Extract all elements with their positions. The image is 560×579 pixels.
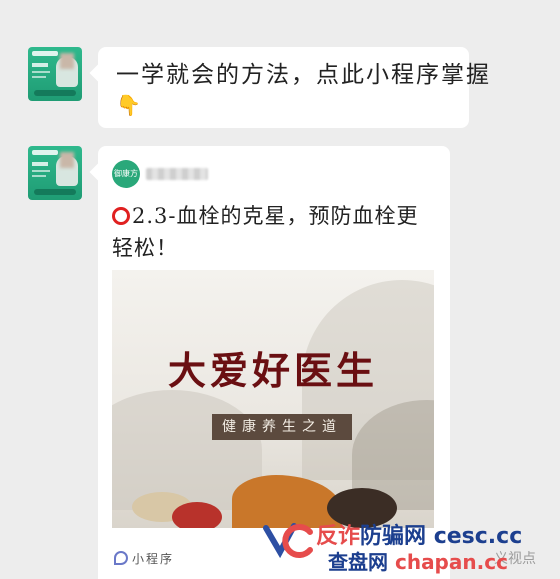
sender-avatar[interactable] xyxy=(28,47,82,101)
avatar-text-line xyxy=(32,76,46,78)
avatar-name-block xyxy=(32,162,48,166)
card-title-text: 2.3-血栓的克星，预防血栓更轻松！ xyxy=(112,204,419,260)
pointing-down-emoji: 👇 xyxy=(116,93,143,117)
avatar-blurred-face xyxy=(60,53,74,69)
text-message-bubble[interactable]: 一学就会的方法，点此小程序掌握 👇 xyxy=(89,47,489,128)
avatar-text-line xyxy=(32,170,50,172)
sender-avatar[interactable] xyxy=(28,146,82,200)
avatar-banner xyxy=(32,150,58,155)
poster-subtitle: 健康养生之道 xyxy=(212,414,352,440)
avatar-banner xyxy=(32,51,58,56)
poster-title: 大爱好医生 xyxy=(167,348,378,393)
bubble-tail xyxy=(89,163,107,181)
avatar-text-line xyxy=(32,71,50,73)
watermark-blue-text-2: 查盘网 xyxy=(328,550,388,574)
avatar-bottom-bar xyxy=(34,90,76,96)
source-logo: 御康方 xyxy=(112,160,140,188)
mini-program-label-text: 小程序 xyxy=(132,552,175,566)
watermark-line2: 查盘网 chapan.cc xyxy=(328,546,508,575)
message-text-content: 一学就会的方法，点此小程序掌握 xyxy=(116,62,491,88)
avatar-bottom-bar xyxy=(34,189,76,195)
mini-program-icon xyxy=(114,551,128,565)
goji-berries xyxy=(172,502,222,528)
card-poster-image[interactable]: 大爱好医生 健康养生之道 xyxy=(112,270,434,528)
card-title: 2.3-血栓的克星，预防血栓更轻松！ xyxy=(112,200,432,264)
avatar-blurred-face xyxy=(60,152,74,168)
red-circle-icon xyxy=(112,207,130,225)
avatar-text-line xyxy=(32,175,46,177)
mini-program-card[interactable]: 御康方 2.3-血栓的克星，预防血栓更轻松！ 大爱好医生 健康养生之道 小程序 xyxy=(89,146,450,579)
message-text: 一学就会的方法，点此小程序掌握 👇 xyxy=(116,61,491,117)
avatar-name-block xyxy=(32,63,48,67)
mini-program-label: 小程序 xyxy=(114,550,174,567)
bubble-tail xyxy=(89,64,107,82)
watermark-logo-icon xyxy=(263,523,313,559)
watermark-url-2: chapan.cc xyxy=(394,550,508,574)
watermark-overlay: 反诈防骗网 cesc.cc 义视点 查盘网 chapan.cc xyxy=(262,518,560,579)
source-name-blurred xyxy=(146,168,208,180)
